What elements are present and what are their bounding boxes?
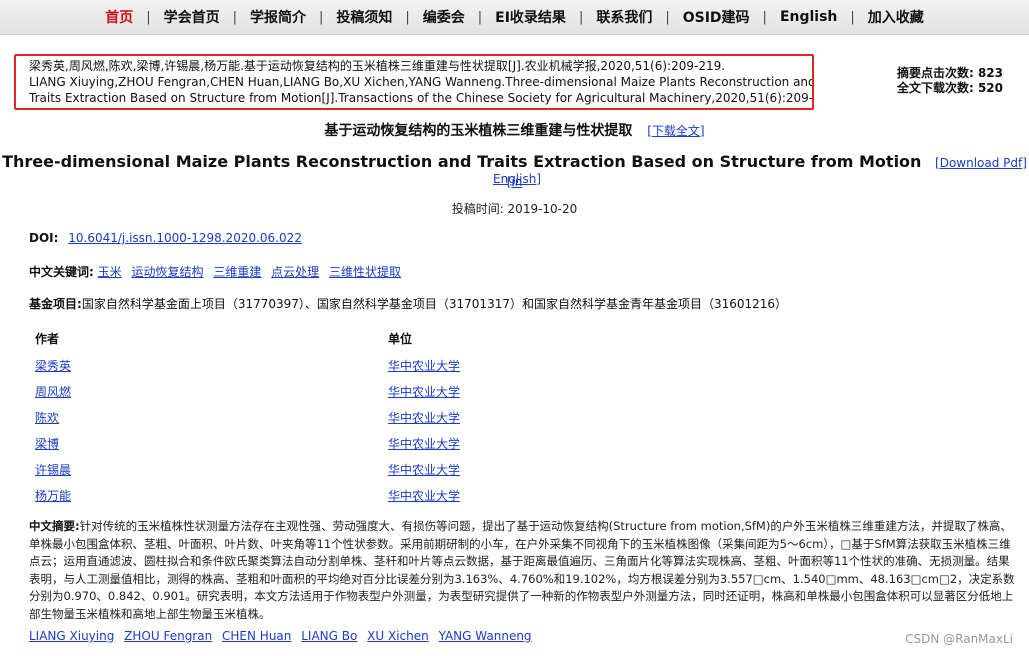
unit-link[interactable]: 华中农业大学 — [388, 461, 460, 478]
doi-row: DOI: 10.6041/j.issn.1000-1298.2020.06.02… — [29, 231, 302, 245]
en-authors-row: LIANG Xiuying ZHOU Fengran CHEN Huan LIA… — [29, 629, 538, 643]
abstract-block: 中文摘要:针对传统的玉米植株性状测量方法存在主观性强、劳动强度大、有损伤等问题，… — [29, 518, 1019, 623]
nav-separator: | — [232, 9, 237, 25]
en-author-link[interactable]: YANG Wanneng — [439, 629, 532, 643]
unit-link[interactable]: 华中农业大学 — [388, 409, 460, 426]
fund-row: 基金项目:国家自然科学基金面上项目（31770397）、国家自然科学基金项目（3… — [29, 295, 787, 312]
nav-contact[interactable]: 联系我们 — [592, 7, 656, 27]
abstract-clicks-label: 摘要点击次数: — [896, 66, 974, 80]
author-link[interactable]: 梁博 — [35, 435, 59, 452]
nav-separator: | — [146, 9, 151, 25]
nav-separator: | — [850, 9, 855, 25]
fund-text: 国家自然科学基金面上项目（31770397）、国家自然科学基金项目（317013… — [81, 297, 788, 311]
keyword-link[interactable]: 运动恢复结构 — [131, 265, 203, 279]
doi-link[interactable]: 10.6041/j.issn.1000-1298.2020.06.022 — [68, 231, 302, 245]
authors-header-unit: 单位 — [388, 332, 413, 346]
nav-bookmark[interactable]: 加入收藏 — [864, 7, 928, 27]
keyword-link[interactable]: 三维性状提取 — [329, 265, 401, 279]
keyword-link[interactable]: 点云处理 — [271, 265, 319, 279]
downloads: 全文下载次数: 520 — [897, 81, 1003, 96]
nav-editorial-board[interactable]: 编委会 — [419, 7, 469, 27]
unit-link[interactable]: 华中农业大学 — [388, 357, 460, 374]
citation-en-line1: LIANG Xiuying,ZHOU Fengran,CHEN Huan,LIA… — [29, 75, 812, 89]
doi-label: DOI: — [29, 231, 59, 245]
unit-link[interactable]: 华中农业大学 — [388, 383, 460, 400]
download-pdf-link-cont[interactable]: English] — [493, 172, 541, 186]
author-link[interactable]: 梁秀英 — [35, 357, 71, 374]
author-link[interactable]: 周风燃 — [35, 383, 71, 400]
stats-panel: 摘要点击次数: 823 全文下载次数: 520 — [897, 66, 1003, 96]
citation-box: 梁秀英,周风燃,陈欢,梁博,许锡晨,杨万能.基于运动恢复结构的玉米植株三维重建与… — [14, 54, 814, 110]
nav-separator: | — [665, 9, 670, 25]
author-link[interactable]: 陈欢 — [35, 409, 59, 426]
author-link[interactable]: 许锡晨 — [35, 461, 71, 478]
nav-separator: | — [578, 9, 584, 25]
nav-society-home[interactable]: 学会首页 — [160, 7, 224, 27]
citation-en-line2: Traits Extraction Based on Structure fro… — [29, 91, 812, 105]
abstract-label: 中文摘要: — [29, 519, 80, 533]
abstract-text: 针对传统的玉米植株性状测量方法存在主观性强、劳动强度大、有损伤等问题，提出了基于… — [29, 519, 1015, 621]
unit-link[interactable]: 华中农业大学 — [388, 435, 460, 452]
nav-english[interactable]: English — [776, 9, 841, 25]
nav-journal-intro[interactable]: 学报简介 — [246, 7, 310, 27]
nav-separator: | — [318, 9, 324, 25]
keywords-row: 中文关键词: 玉米 运动恢复结构 三维重建 点云处理 三维性状提取 — [29, 263, 407, 280]
en-author-link[interactable]: LIANG Xiuying — [29, 629, 114, 643]
en-author-link[interactable]: XU Xichen — [367, 629, 429, 643]
keyword-link[interactable]: 玉米 — [98, 265, 122, 279]
en-author-link[interactable]: LIANG Bo — [301, 629, 357, 643]
en-author-link[interactable]: CHEN Huan — [222, 629, 291, 643]
abstract-clicks: 摘要点击次数: 823 — [897, 66, 1003, 81]
en-author-link[interactable]: ZHOU Fengran — [124, 629, 212, 643]
unit-link[interactable]: 华中农业大学 — [388, 487, 460, 504]
title-cn-row: 基于运动恢复结构的玉米植株三维重建与性状提取 [下载全文] — [0, 120, 1029, 140]
top-nav: 首页 | 学会首页 | 学报简介 | 投稿须知 | 编委会 | EI收录结果 |… — [0, 0, 1029, 35]
page-title-en: Three-dimensional Maize Plants Reconstru… — [2, 152, 922, 171]
author-link[interactable]: 杨万能 — [35, 487, 71, 504]
nav-ei-results[interactable]: EI收录结果 — [491, 7, 570, 27]
nav-osid[interactable]: OSID建码 — [679, 7, 754, 27]
download-fulltext-link[interactable]: [下载全文] — [647, 124, 704, 138]
nav-separator: | — [477, 9, 483, 25]
keywords-label: 中文关键词: — [29, 265, 94, 279]
citation-cn: 梁秀英,周风燃,陈欢,梁博,许锡晨,杨万能.基于运动恢复结构的玉米植株三维重建与… — [29, 59, 726, 73]
nav-home[interactable]: 首页 — [101, 7, 137, 27]
watermark: CSDN @RanMaxLi — [905, 632, 1013, 646]
nav-submission-guide[interactable]: 投稿须知 — [332, 7, 396, 27]
nav-separator: | — [762, 9, 767, 25]
received-date: 投稿时间: 2019-10-20 — [451, 202, 578, 216]
fund-label: 基金项目: — [29, 297, 82, 311]
downloads-value: 520 — [977, 81, 1003, 95]
keyword-link[interactable]: 三维重建 — [213, 265, 261, 279]
abstract-clicks-value: 823 — [977, 66, 1003, 80]
nav-separator: | — [405, 9, 410, 25]
authors-header-author: 作者 — [35, 332, 60, 346]
downloads-label: 全文下载次数: — [896, 81, 974, 95]
page-title-cn: 基于运动恢复结构的玉米植株三维重建与性状提取 — [324, 123, 633, 139]
